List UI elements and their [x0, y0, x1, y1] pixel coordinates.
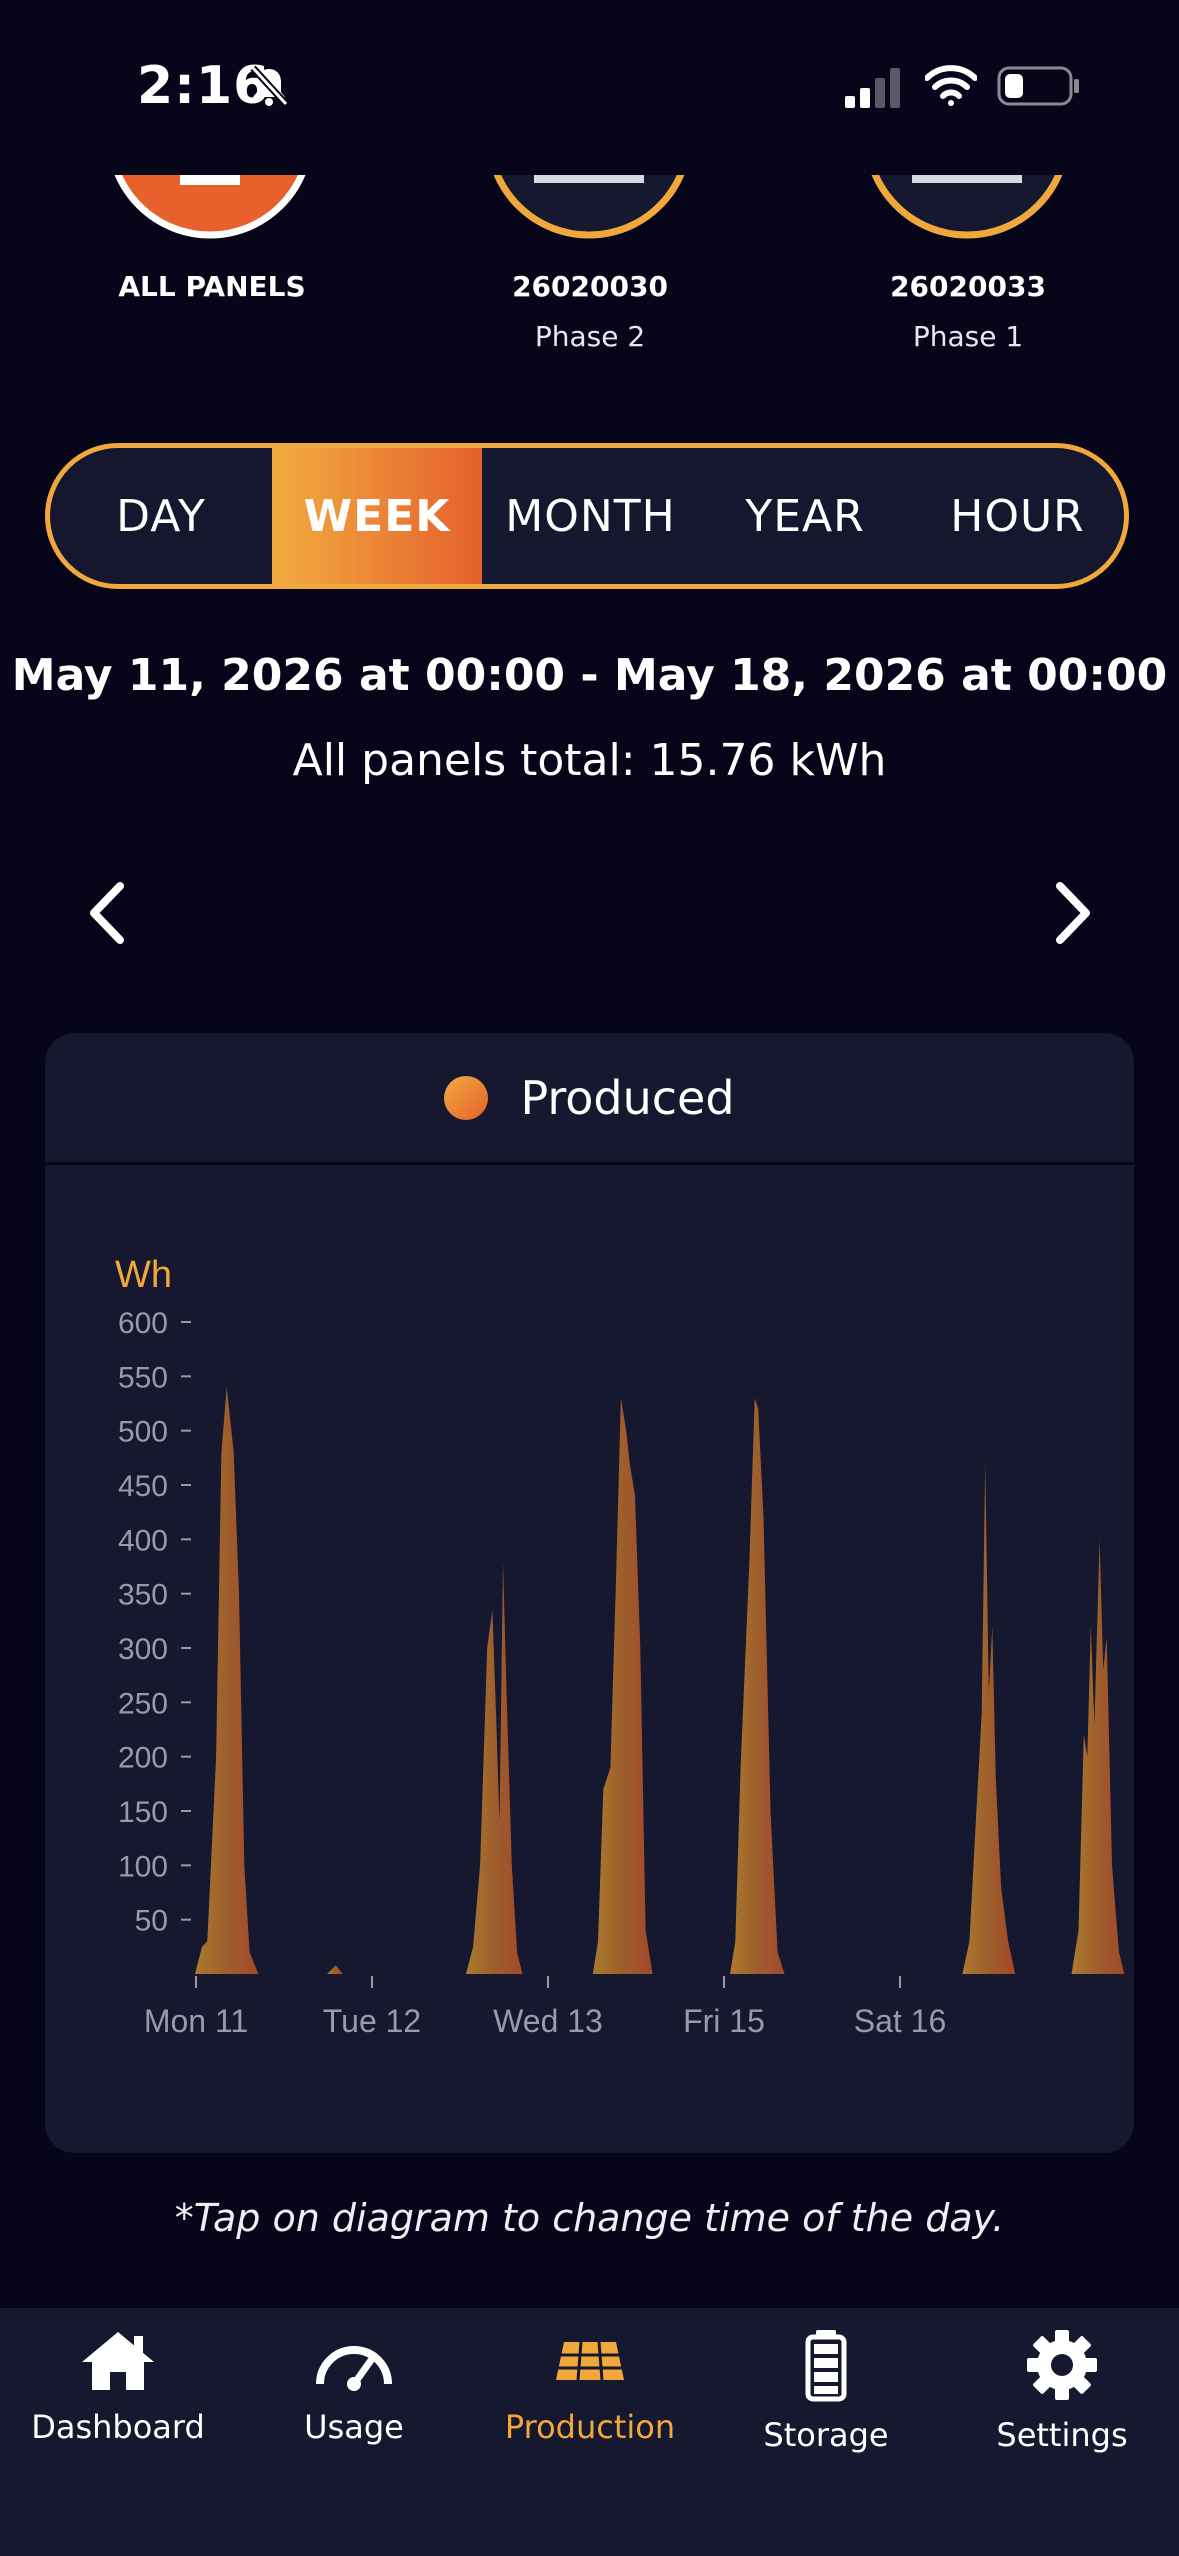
- panels-total: All panels total: 15.76 kWh: [292, 735, 887, 786]
- next-arrow-icon[interactable]: [1048, 880, 1098, 946]
- chart-hint: *Tap on diagram to change time of the da…: [174, 2196, 1005, 2240]
- tab-production-label: Production: [504, 2408, 676, 2446]
- y-tick-label: 200: [118, 1742, 168, 1775]
- production-chart[interactable]: Wh 50 100 150 200 250 300 350 400 450 500 550 600 M…: [45, 1165, 1134, 2085]
- y-tick-label: 50: [135, 1905, 168, 1938]
- cellular-signal-icon: [845, 68, 900, 108]
- wifi-icon: [925, 65, 977, 106]
- gauge-icon: [316, 2346, 392, 2391]
- tab-settings[interactable]: Settings: [944, 2328, 1179, 2454]
- tab-storage[interactable]: Storage: [708, 2328, 944, 2454]
- legend-produced-dot: [444, 1076, 489, 1120]
- legend-produced-label: Produced: [520, 1071, 735, 1125]
- panel-26020030-button[interactable]: [484, 175, 694, 240]
- panel-all-icon: [114, 175, 306, 239]
- bell-muted-icon: [250, 65, 289, 107]
- tab-production[interactable]: Production: [472, 2328, 708, 2446]
- y-tick-label: 500: [118, 1416, 168, 1449]
- produced-area-day-3[interactable]: [592, 1398, 653, 1974]
- panel-26020030-icon: [493, 175, 685, 239]
- x-tick-label: Fri 15: [683, 2003, 765, 2039]
- date-range: May 11, 2026 at 00:00 - May 18, 2026 at …: [11, 650, 1168, 701]
- panel-all-button[interactable]: [105, 175, 315, 240]
- panel-all-label: ALL PANELS: [118, 270, 306, 303]
- solar-panel-icon: [556, 2341, 624, 2381]
- y-tick-label: 400: [118, 1524, 168, 1557]
- tab-month[interactable]: MONTH: [482, 448, 699, 584]
- tab-settings-label: Settings: [996, 2416, 1128, 2454]
- y-axis-label: Wh: [115, 1254, 172, 1296]
- tab-day[interactable]: DAY: [50, 448, 272, 584]
- produced-area-day-4[interactable]: [730, 1398, 785, 1974]
- y-tick-label: 100: [118, 1850, 168, 1883]
- chart-legend: Produced: [45, 1033, 1134, 1163]
- panel-26020033-phase: Phase 1: [912, 320, 1024, 353]
- battery-status-icon: [997, 66, 1079, 106]
- tab-dashboard-label: Dashboard: [31, 2408, 205, 2446]
- y-tick-label: 250: [118, 1687, 168, 1720]
- tab-usage-label: Usage: [304, 2408, 404, 2446]
- produced-area-day-5[interactable]: [962, 1463, 1016, 1974]
- tab-year[interactable]: YEAR: [699, 448, 911, 584]
- produced-area-day-6[interactable]: [1071, 1539, 1125, 1974]
- y-tick-label: 450: [118, 1470, 168, 1503]
- tab-storage-label: Storage: [763, 2416, 889, 2454]
- panel-26020033-label: 26020033: [890, 270, 1046, 303]
- y-tick-label: 350: [118, 1579, 168, 1612]
- home-icon: [82, 2332, 154, 2390]
- gear-icon: [1027, 2330, 1097, 2400]
- produced-area-day-1[interactable]: [327, 1965, 343, 1974]
- tab-dashboard[interactable]: Dashboard: [0, 2328, 236, 2446]
- panel-26020030-label: 26020030: [512, 270, 668, 303]
- previous-arrow-icon[interactable]: [82, 880, 132, 946]
- panel-26020030-phase: Phase 2: [534, 320, 646, 353]
- y-tick-label: 300: [118, 1633, 168, 1666]
- produced-area-day-2[interactable]: [466, 1561, 523, 1974]
- x-tick-label: Wed 13: [493, 2003, 603, 2039]
- tab-week[interactable]: WEEK: [272, 448, 482, 584]
- x-tick-label: Mon 11: [144, 2003, 248, 2039]
- y-tick-label: 150: [118, 1796, 168, 1829]
- panel-26020033-button[interactable]: [862, 175, 1072, 240]
- produced-area-day-0[interactable]: [195, 1387, 259, 1974]
- battery-icon: [805, 2330, 847, 2402]
- x-tick-label: Sat 16: [854, 2003, 947, 2039]
- tab-usage[interactable]: Usage: [236, 2328, 472, 2446]
- x-tick-label: Tue 12: [323, 2003, 421, 2039]
- tab-hour[interactable]: HOUR: [911, 448, 1124, 584]
- y-tick-label: 550: [118, 1361, 168, 1394]
- panel-26020033-icon: [871, 175, 1063, 239]
- y-tick-label: 600: [118, 1307, 168, 1340]
- period-segmented-control: DAY WEEK MONTH YEAR HOUR: [45, 443, 1129, 589]
